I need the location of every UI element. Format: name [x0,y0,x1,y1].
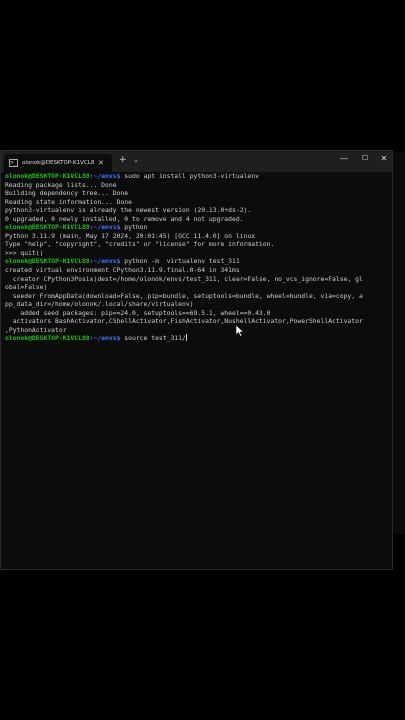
text-cursor [185,334,187,342]
output-line: 0 upgraded, 0 newly installed, 0 to remo… [5,214,244,223]
tab-close-button[interactable]: ✕ [98,159,104,167]
output-line: created virtual environment CPython3.11.… [5,266,240,275]
prompt-line: olonok@DESKTOP-K1VCL88:~/envs$ sudo apt … [5,172,389,181]
prompt-user: olonok@DESKTOP-K1VCL88 [5,257,90,266]
prompt-user: olonok@DESKTOP-K1VCL88 [5,223,90,232]
output-line: creator CPython3Posix(dest=/home/olonok/… [5,274,363,283]
new-tab-button[interactable]: + [119,155,127,165]
terminal-window: >_ olonok@DESKTOP-K1VCL8: ✕ + ⌄ — ☐ ✕ ol… [0,150,393,570]
tab-terminal[interactable]: >_ olonok@DESKTOP-K1VCL8: ✕ [4,154,112,172]
output-line: ,PythonActivator [5,325,67,334]
output-line: >>> quit() [5,248,44,257]
output-line: pp_data_dir=/home/olonok/.local/share/vi… [5,300,194,309]
output-line: seeder FromAppData(download=False, pip=b… [5,291,363,300]
prompt-user: olonok@DESKTOP-K1VCL88 [5,172,90,180]
terminal-icon: >_ [9,159,18,167]
minimize-button[interactable]: — [335,154,353,163]
prompt-path: :~/envs$ [89,172,121,180]
command-text: python -m virtualenv test_311 [120,257,240,266]
prompt-user: olonok@DESKTOP-K1VCL88 [5,334,90,343]
output-line: Reading package lists... Done [5,180,117,189]
output-line: Building dependency tree... Done [5,189,129,198]
tab-title: olonok@DESKTOP-K1VCL8: [22,160,94,166]
output-line: activators BashActivator,CShellActivator… [5,317,363,326]
command-text: sudo apt install python3-virtualenv [120,172,259,180]
output-line: Type "help", "copyright", "credits" or "… [5,240,275,249]
prompt-line: olonok@DESKTOP-K1VCL88:~/envs$ python -m… [5,257,389,266]
prompt-line: olonok@DESKTOP-K1VCL88:~/envs$ source te… [5,334,389,343]
prompt-path: :~/envs$ [89,334,121,343]
prompt-line: olonok@DESKTOP-K1VCL88:~/envs$ python [5,223,389,232]
title-bar[interactable]: >_ olonok@DESKTOP-K1VCL8: ✕ + ⌄ — ☐ ✕ [1,151,392,172]
tab-dropdown-button[interactable]: ⌄ [133,156,139,164]
prompt-path: :~/envs$ [89,223,121,232]
command-text: source test_311/ [120,334,186,343]
output-line: obal=False) [5,283,48,292]
prompt-path: :~/envs$ [89,257,121,266]
side-panel [393,152,405,534]
output-line: Reading state information... Done [5,197,132,206]
mouse-pointer-icon [236,325,244,337]
output-line: Python 3.11.9 (main, May 17 2024, 20:01:… [5,231,256,240]
command-text: python [120,223,148,232]
output-line: added seed packages: pip==24.0, setuptoo… [5,308,271,317]
terminal-output[interactable]: olonok@DESKTOP-K1VCL88:~/envs$ sudo apt … [5,172,389,343]
close-window-button[interactable]: ✕ [375,154,393,163]
maximize-button[interactable]: ☐ [356,154,374,162]
output-line: python3-virtualenv is already the newest… [5,206,252,215]
